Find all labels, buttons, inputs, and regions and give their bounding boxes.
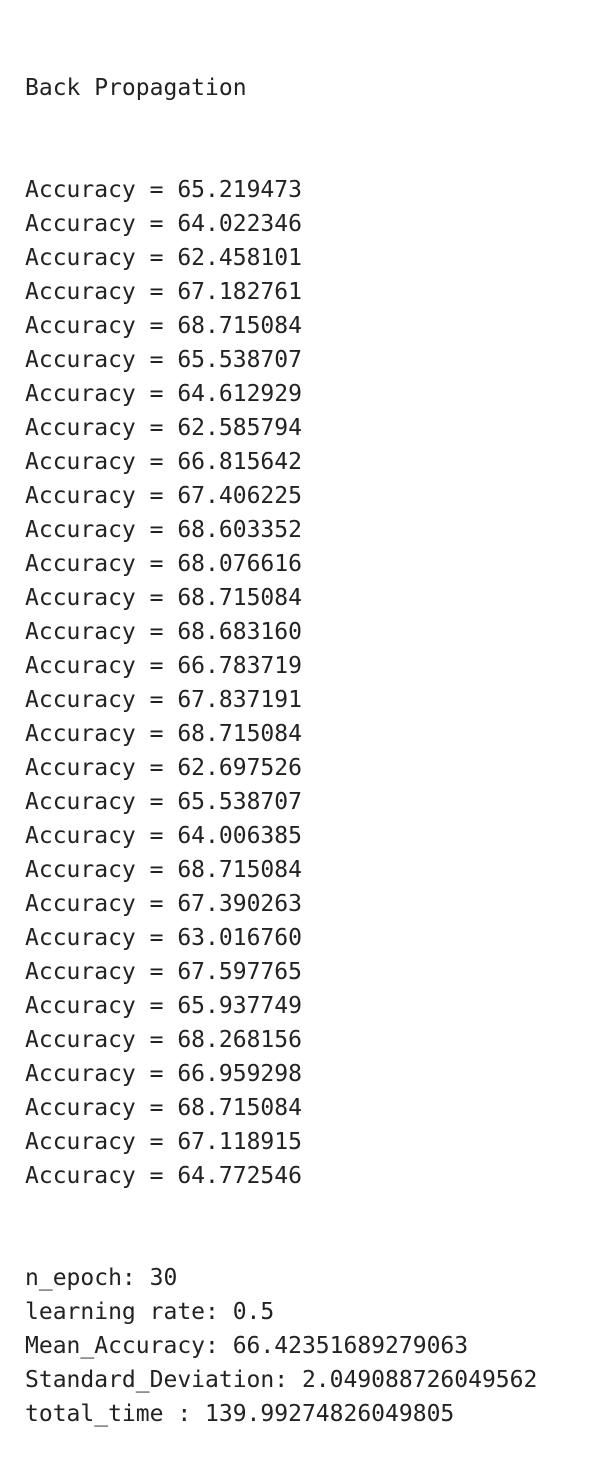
- accuracy-line: Accuracy = 68.715084: [25, 309, 610, 343]
- accuracy-line: Accuracy = 66.959298: [25, 1057, 610, 1091]
- accuracy-line: Accuracy = 68.715084: [25, 1091, 610, 1125]
- accuracy-line: Accuracy = 62.697526: [25, 751, 610, 785]
- accuracy-label: Accuracy =: [25, 449, 178, 475]
- accuracy-value: 64.612929: [177, 381, 302, 407]
- accuracy-label: Accuracy =: [25, 517, 178, 543]
- accuracy-value: 64.772546: [177, 1163, 302, 1189]
- accuracy-value: 67.182761: [177, 279, 302, 305]
- accuracy-line: Accuracy = 64.612929: [25, 377, 610, 411]
- accuracy-label: Accuracy =: [25, 245, 178, 271]
- accuracy-value: 62.458101: [177, 245, 302, 271]
- accuracy-value: 62.697526: [177, 755, 302, 781]
- accuracy-label: Accuracy =: [25, 313, 178, 339]
- accuracy-line: Accuracy = 62.458101: [25, 241, 610, 275]
- accuracy-line: Accuracy = 68.683160: [25, 615, 610, 649]
- accuracy-value: 65.538707: [177, 789, 302, 815]
- accuracy-label: Accuracy =: [25, 483, 178, 509]
- accuracy-value: 66.959298: [177, 1061, 302, 1087]
- accuracy-label: Accuracy =: [25, 279, 178, 305]
- accuracy-line: Accuracy = 66.815642: [25, 445, 610, 479]
- accuracy-line: Accuracy = 65.219473: [25, 173, 610, 207]
- accuracy-value: 67.118915: [177, 1129, 302, 1155]
- output-header: Back Propagation: [25, 75, 247, 101]
- accuracy-line: Accuracy = 63.016760: [25, 921, 610, 955]
- accuracy-line: Accuracy = 65.937749: [25, 989, 610, 1023]
- accuracy-value: 67.390263: [177, 891, 302, 917]
- accuracy-value: 67.406225: [177, 483, 302, 509]
- accuracy-label: Accuracy =: [25, 551, 178, 577]
- accuracy-label: Accuracy =: [25, 687, 178, 713]
- accuracy-value: 68.603352: [177, 517, 302, 543]
- total-time-line: total_time : 139.99274826049805: [25, 1401, 455, 1427]
- accuracy-label: Accuracy =: [25, 993, 178, 1019]
- accuracy-value: 64.022346: [177, 211, 302, 237]
- accuracy-value: 68.715084: [177, 721, 302, 747]
- accuracy-line: Accuracy = 65.538707: [25, 785, 610, 819]
- accuracy-label: Accuracy =: [25, 1027, 178, 1053]
- accuracy-value: 62.585794: [177, 415, 302, 441]
- accuracy-value: 67.597765: [177, 959, 302, 985]
- accuracy-label: Accuracy =: [25, 925, 178, 951]
- accuracy-label: Accuracy =: [25, 959, 178, 985]
- summary-list: n_epoch: 30 learning rate: 0.5 Mean_Accura…: [25, 1261, 610, 1431]
- console-output: Back Propagation Accuracy = 65.219473 Acc…: [25, 3, 610, 1465]
- accuracy-label: Accuracy =: [25, 1129, 178, 1155]
- accuracy-value: 67.837191: [177, 687, 302, 713]
- mean-accuracy-line: Mean_Accuracy: 66.42351689279063: [25, 1333, 469, 1359]
- accuracy-label: Accuracy =: [25, 619, 178, 645]
- accuracy-label: Accuracy =: [25, 857, 178, 883]
- accuracy-line: Accuracy = 64.022346: [25, 207, 610, 241]
- accuracy-line: Accuracy = 65.538707: [25, 343, 610, 377]
- accuracy-label: Accuracy =: [25, 1095, 178, 1121]
- accuracy-value: 65.937749: [177, 993, 302, 1019]
- accuracy-label: Accuracy =: [25, 347, 178, 373]
- accuracy-line: Accuracy = 68.715084: [25, 853, 610, 887]
- accuracy-line: Accuracy = 67.182761: [25, 275, 610, 309]
- accuracy-line: Accuracy = 66.783719: [25, 649, 610, 683]
- accuracy-line: Accuracy = 68.603352: [25, 513, 610, 547]
- accuracy-label: Accuracy =: [25, 653, 178, 679]
- accuracy-value: 68.715084: [177, 313, 302, 339]
- accuracy-label: Accuracy =: [25, 755, 178, 781]
- accuracy-line: Accuracy = 67.837191: [25, 683, 610, 717]
- accuracy-label: Accuracy =: [25, 823, 178, 849]
- accuracy-value: 68.715084: [177, 585, 302, 611]
- accuracy-line: Accuracy = 64.772546: [25, 1159, 610, 1193]
- accuracy-line: Accuracy = 68.268156: [25, 1023, 610, 1057]
- accuracy-label: Accuracy =: [25, 789, 178, 815]
- accuracy-label: Accuracy =: [25, 381, 178, 407]
- accuracy-line: Accuracy = 68.076616: [25, 547, 610, 581]
- accuracy-line: Accuracy = 62.585794: [25, 411, 610, 445]
- accuracy-line: Accuracy = 67.597765: [25, 955, 610, 989]
- accuracy-line: Accuracy = 67.390263: [25, 887, 610, 921]
- accuracy-label: Accuracy =: [25, 1061, 178, 1087]
- accuracy-value: 68.076616: [177, 551, 302, 577]
- accuracy-label: Accuracy =: [25, 1163, 178, 1189]
- accuracy-value: 66.783719: [177, 653, 302, 679]
- accuracy-line: Accuracy = 67.406225: [25, 479, 610, 513]
- accuracy-label: Accuracy =: [25, 211, 178, 237]
- accuracy-label: Accuracy =: [25, 721, 178, 747]
- accuracy-value: 65.219473: [177, 177, 302, 203]
- accuracy-value: 68.683160: [177, 619, 302, 645]
- accuracy-list: Accuracy = 65.219473 Accuracy = 64.022346…: [25, 173, 610, 1193]
- accuracy-value: 68.715084: [177, 1095, 302, 1121]
- accuracy-value: 65.538707: [177, 347, 302, 373]
- standard-deviation-line: Standard_Deviation: 2.049088726049562: [25, 1367, 538, 1393]
- accuracy-label: Accuracy =: [25, 177, 178, 203]
- n-epoch-line: n_epoch: 30: [25, 1265, 178, 1291]
- learning-rate-line: learning rate: 0.5: [25, 1299, 275, 1325]
- accuracy-value: 66.815642: [177, 449, 302, 475]
- accuracy-label: Accuracy =: [25, 891, 178, 917]
- accuracy-value: 68.268156: [177, 1027, 302, 1053]
- accuracy-label: Accuracy =: [25, 585, 178, 611]
- accuracy-line: Accuracy = 68.715084: [25, 581, 610, 615]
- accuracy-line: Accuracy = 67.118915: [25, 1125, 610, 1159]
- accuracy-label: Accuracy =: [25, 415, 178, 441]
- accuracy-line: Accuracy = 64.006385: [25, 819, 610, 853]
- accuracy-value: 63.016760: [177, 925, 302, 951]
- accuracy-value: 64.006385: [177, 823, 302, 849]
- accuracy-value: 68.715084: [177, 857, 302, 883]
- accuracy-line: Accuracy = 68.715084: [25, 717, 610, 751]
